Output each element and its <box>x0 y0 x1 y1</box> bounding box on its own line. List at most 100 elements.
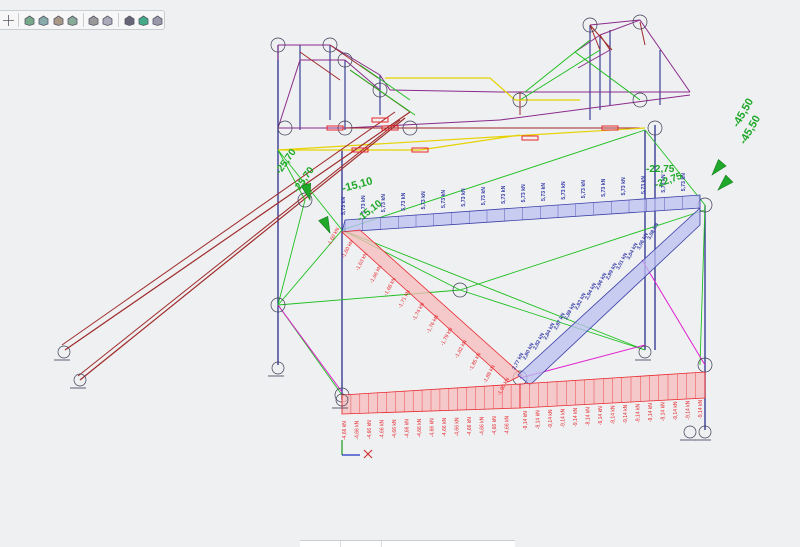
bottom-right-load-label: -9,14 kN <box>623 404 629 423</box>
left-diagonal-load-label: -1,76 kN <box>426 314 441 334</box>
reaction-value: -15,10 <box>341 175 374 195</box>
purlin <box>599 34 611 51</box>
bottom-right-load-label: -9,14 kN <box>548 409 554 428</box>
reaction-arrow <box>711 159 727 176</box>
brace <box>574 51 641 101</box>
left-diagonal-load-label: -1,88 kN <box>482 364 497 384</box>
axial-force-band-right-diagonal <box>517 207 701 386</box>
status-tab[interactable] <box>300 541 341 547</box>
tie-member <box>277 304 343 393</box>
bottom-left-load-label: -4,66 kN <box>442 418 448 437</box>
bottom-right-load-label: -9,14 kN <box>561 408 567 427</box>
bottom-left-load-label: -4,66 kN <box>392 419 398 438</box>
right-diagonal-load-label: 2,80 kN <box>522 342 536 361</box>
ridge-member <box>419 134 521 151</box>
bottom-left-load-label: -4,66 kN <box>467 417 473 436</box>
bottom-right-load-label: -9,14 kN <box>698 400 704 419</box>
bottom-right-load-label: -9,14 kN <box>573 408 579 427</box>
model-viewport[interactable]: 5,73 kN 5,73 kN 5,73 kN 5,73 kN 5,73 kN 5,73 … <box>0 0 800 546</box>
bottom-right-load-label: -9,14 kN <box>636 404 642 423</box>
right-diagonal-load-label: 2,92 kN <box>574 292 588 311</box>
bottom-left-load-label: -4,66 kN <box>455 417 461 436</box>
right-diagonal-load-label: 2,99 kN <box>605 262 619 281</box>
reaction-arrow <box>717 174 734 191</box>
hinge-symbol <box>521 135 539 141</box>
left-diagonal-load-label: -1,82 kN <box>454 339 469 359</box>
top-beam-load-label: 5,73 kN <box>641 176 647 194</box>
top-beam-load-label: 5,73 kN <box>441 190 447 208</box>
right-diagonal-load-label: 2,84 kN <box>543 322 557 341</box>
roof-member <box>389 89 501 93</box>
coordinate-axes <box>341 440 373 459</box>
bottom-right-load-label: -9,14 kN <box>598 406 604 425</box>
bottom-left-load-label: -4,66 kN <box>342 421 348 440</box>
inclined-member <box>79 117 406 381</box>
roof-member <box>344 119 501 129</box>
bottom-left-load-label: -4,66 kN <box>405 419 411 438</box>
left-diagonal-load-label: -1,85 kN <box>468 352 483 372</box>
left-diagonal-load-label: -1,68 kN <box>383 277 398 297</box>
hinge-body <box>521 135 539 141</box>
bracing <box>699 204 706 366</box>
support-symbol <box>70 373 87 389</box>
top-beam-load-label: 5,73 kN <box>481 187 487 205</box>
top-beam-load-label: 5,73 kN <box>401 192 407 210</box>
top-beam-load-label: 5,73 kN <box>521 184 527 202</box>
right-diagonal-load-label: 2,96 kN <box>595 272 609 291</box>
purlin <box>589 24 601 51</box>
top-beam-load-label: 5,73 kN <box>461 188 467 206</box>
bottom-left-load-label: -4,66 kN <box>430 418 436 437</box>
right-diagonal-load-label: 2,82 kN <box>532 332 546 351</box>
right-diagonal-load-label: 3,06 kN <box>636 232 650 251</box>
support-ring <box>683 425 697 439</box>
bottom-left-load-label: -4,66 kN <box>417 418 423 437</box>
left-diagonal-load-label: -1,63 kN <box>355 252 370 272</box>
support-symbol <box>680 425 697 441</box>
bottom-right-load-label: -9,14 kN <box>611 405 617 424</box>
bottom-right-load-label: -9,14 kN <box>673 401 679 420</box>
top-beam-load-label: 5,73 kN <box>421 191 427 209</box>
top-beam-load-label: 5,73 kN <box>581 180 587 198</box>
bottom-left-load-label: -4,66 kN <box>380 420 386 439</box>
roof-member <box>277 59 301 129</box>
ridge-member <box>489 77 516 101</box>
tie-member <box>641 259 706 366</box>
status-tab[interactable] <box>341 541 382 547</box>
left-diagonal-load-label: -1,66 kN <box>369 264 384 284</box>
top-beam-load-label: 5,73 kN <box>681 173 687 191</box>
reaction-value: -25,70 <box>273 147 299 177</box>
bottom-left-load-label: -4,66 kN <box>505 416 511 435</box>
support-symbol <box>268 361 285 377</box>
roof-member <box>499 94 691 121</box>
bottom-left-load-label: -4,66 kN <box>480 416 486 435</box>
bottom-right-load-label: -9,14 kN <box>586 407 592 426</box>
right-diagonal-load-label: 2,89 kN <box>563 302 577 321</box>
bottom-right-load-label: -9,14 kN <box>648 403 654 422</box>
top-beam-load-label: 5,73 kN <box>381 194 387 212</box>
axial-force-band-left-diagonal <box>341 229 523 383</box>
support-symbol <box>635 345 652 361</box>
purlin <box>299 51 341 81</box>
bottom-left-load-label: -4,66 kN <box>367 420 373 439</box>
right-diagonal-load-label: 3,08 kN <box>646 222 660 241</box>
right-diagonal-load-label: 2,77 kN <box>511 352 525 371</box>
bottom-right-load-label: -9,14 kN <box>523 411 529 430</box>
top-beam-load-label: 5,73 kN <box>341 197 347 215</box>
left-diagonal-load-label: -1,74 kN <box>411 302 426 322</box>
top-beam-load-label: 5,73 kN <box>561 181 567 199</box>
purlin <box>589 24 613 51</box>
bottom-right-load-label: -9,14 kN <box>661 402 667 421</box>
right-diagonal-load-label: 2,94 kN <box>584 282 598 301</box>
top-beam-load-label: 5,73 kN <box>541 183 547 201</box>
right-diagonal-load-label: 3,04 kN <box>626 242 640 261</box>
left-diagonal-load-label: -1,71 kN <box>397 289 412 309</box>
right-diagonal-load-label: 3,01 kN <box>615 252 629 271</box>
bottom-left-load-label: -4,66 kN <box>355 420 361 439</box>
support-ring <box>57 345 71 359</box>
bottom-left-load-label: -4,66 kN <box>492 416 498 435</box>
left-diagonal-load-label: -1,79 kN <box>440 327 455 347</box>
ridge-member <box>277 127 646 151</box>
top-beam-load-label: 5,73 kN <box>501 185 507 203</box>
bottom-right-load-label: -9,14 kN <box>536 410 542 429</box>
roof-member <box>639 19 691 93</box>
